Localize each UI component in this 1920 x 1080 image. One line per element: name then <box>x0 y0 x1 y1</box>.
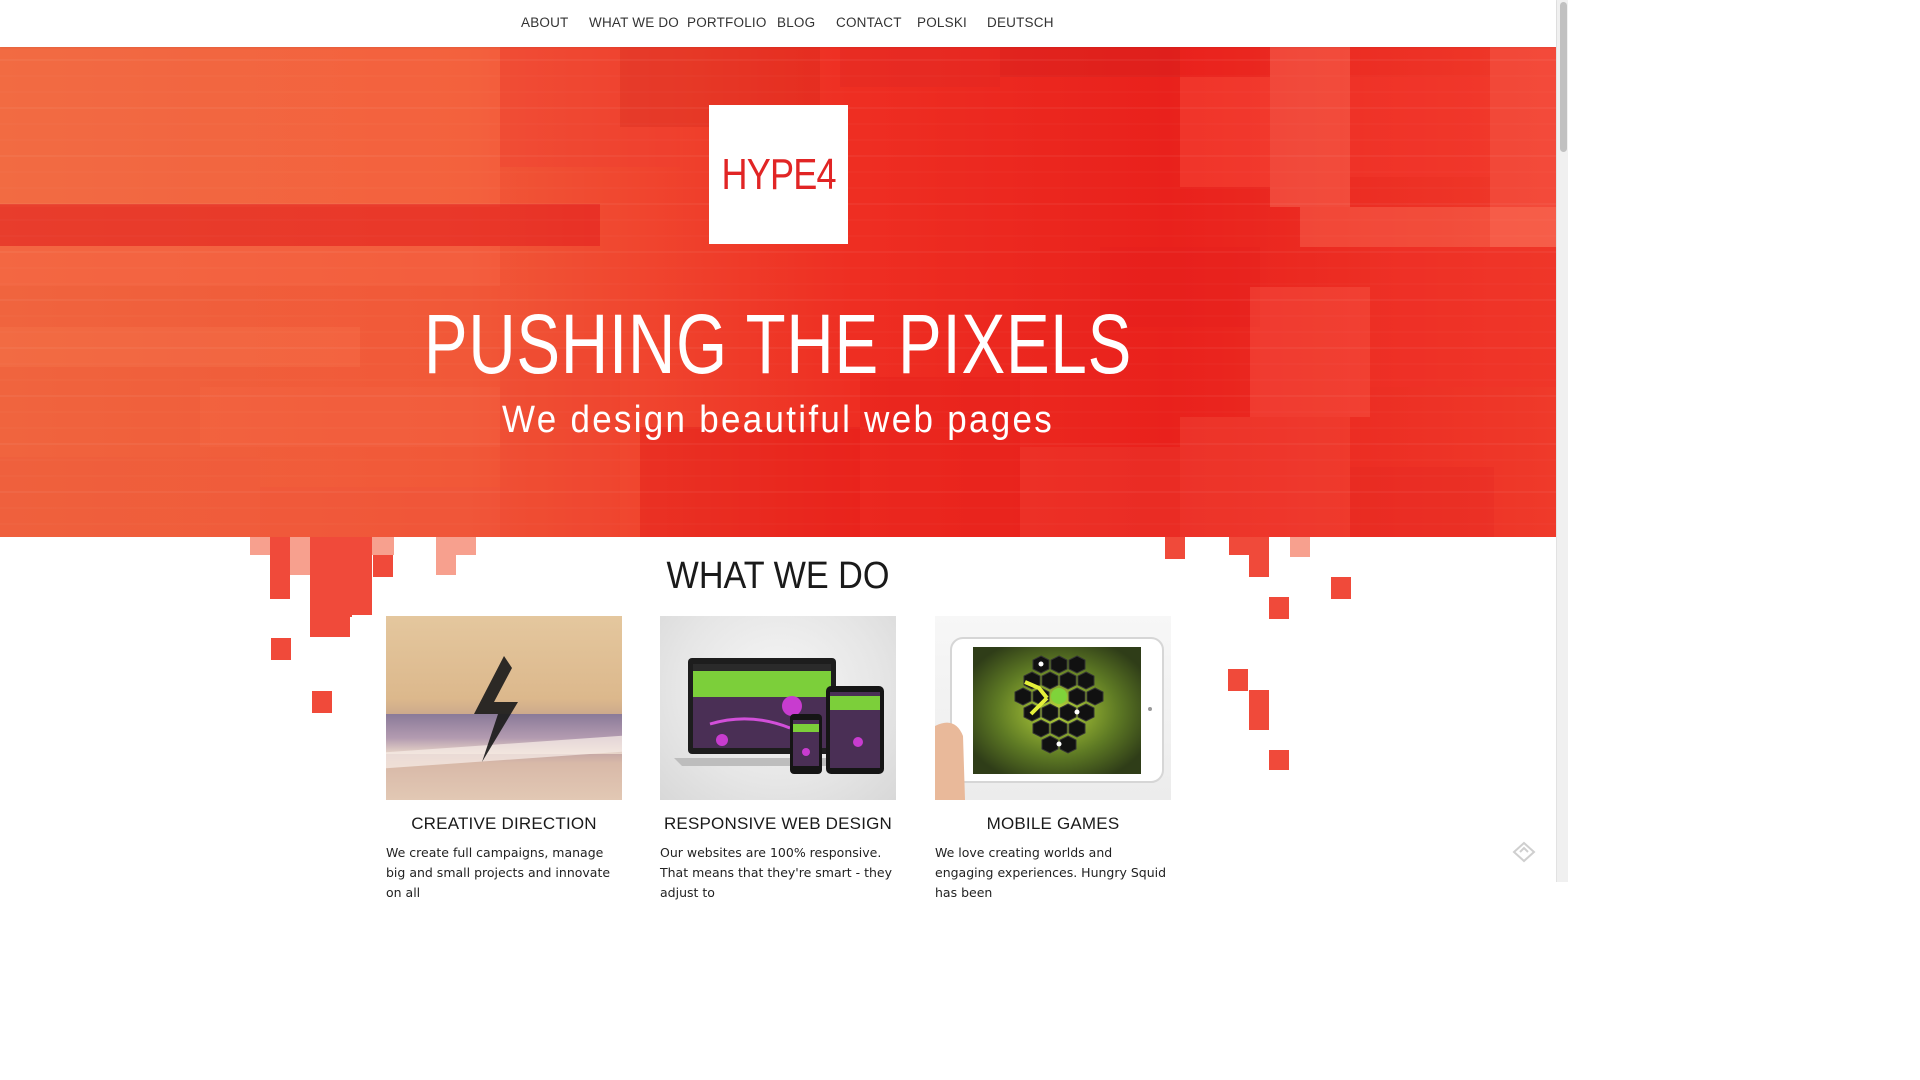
responsive-devices-image <box>660 616 896 800</box>
card-text: We create full campaigns, manage big and… <box>386 845 611 900</box>
pixel-block <box>250 537 270 555</box>
service-card-creative-direction: CREATIVE DIRECTION We create full campai… <box>386 616 622 903</box>
pixel-block <box>271 638 291 660</box>
card-title: RESPONSIVE WEB DESIGN <box>663 814 893 833</box>
nav-blog[interactable]: BLOG <box>777 15 815 30</box>
creative-direction-image <box>386 616 622 800</box>
nav-about[interactable]: ABOUT <box>521 15 569 30</box>
page-scrollbar[interactable] <box>1556 0 1568 882</box>
card-text: We love creating worlds and engaging exp… <box>935 845 1167 900</box>
tablet-game-icon <box>935 637 1164 800</box>
logo[interactable]: HYPE4 <box>709 105 848 244</box>
pixel-block <box>1228 669 1248 691</box>
pixel-block <box>1269 750 1289 770</box>
service-card-responsive-web-design: RESPONSIVE WEB DESIGN Our websites are 1… <box>660 616 896 903</box>
card-title: MOBILE GAMES <box>986 814 1120 833</box>
scrollbar-thumb[interactable] <box>1560 2 1567 152</box>
pixel-block <box>1249 690 1269 730</box>
card-title: CREATIVE DIRECTION <box>411 814 597 833</box>
lightning-bolt-icon <box>474 656 518 762</box>
pixel-block <box>1269 597 1289 619</box>
pixel-block <box>1229 537 1249 555</box>
nav-links: ABOUT WHAT WE DO PORTFOLIO BLOG CONTACT … <box>0 0 1556 47</box>
hero-subtitle: We design beautiful web pages <box>502 399 1054 441</box>
devices-mockup-icon <box>674 658 884 774</box>
pixel-block <box>372 537 394 555</box>
hero-title: PUSHING THE PIXELS <box>423 297 1133 391</box>
mobile-game-tablet-image <box>935 616 1171 800</box>
pixel-block <box>1290 537 1310 557</box>
service-card-mobile-games: MOBILE GAMES We love creating worlds and… <box>935 616 1171 903</box>
nav-contact[interactable]: CONTACT <box>836 15 902 30</box>
card-text: Our websites are 100% responsive. That m… <box>660 845 893 900</box>
pixel-block <box>312 691 332 713</box>
pixel-block <box>1165 537 1185 559</box>
section-title-what-we-do: WHAT WE DO <box>666 555 890 597</box>
pixel-block <box>456 537 476 555</box>
nav-polski[interactable]: POLSKI <box>917 15 967 30</box>
nav-deutsch[interactable]: DEUTSCH <box>987 15 1054 30</box>
scroll-top-icon[interactable] <box>1512 840 1536 864</box>
nav-what-we-do[interactable]: WHAT WE DO <box>589 15 679 30</box>
logo-text: HYPE4 <box>721 149 836 199</box>
nav-portfolio[interactable]: PORTFOLIO <box>687 15 767 30</box>
top-navbar: ABOUT WHAT WE DO PORTFOLIO BLOG CONTACT … <box>0 0 1556 47</box>
hero-banner: HYPE4 PUSHING THE PIXELS We design beaut… <box>0 47 1556 537</box>
